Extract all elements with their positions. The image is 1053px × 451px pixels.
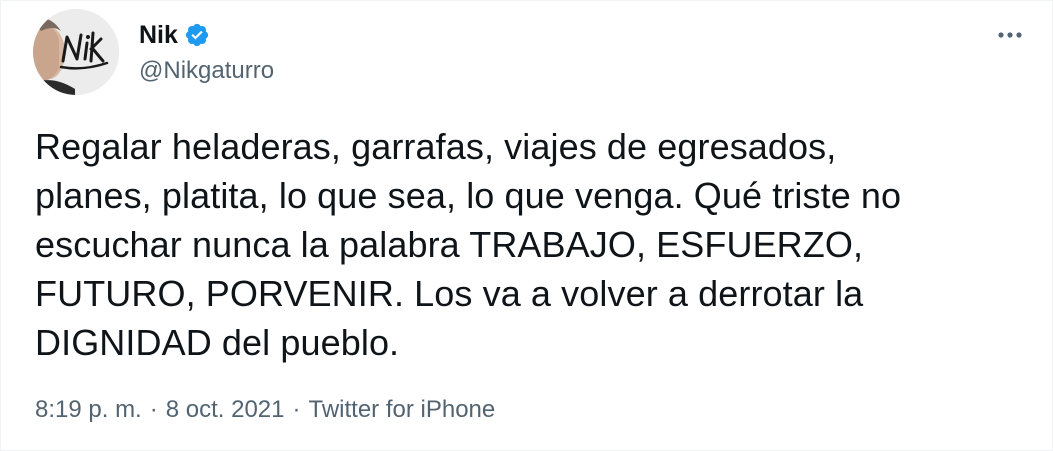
tweet-header: Nik @Nikgaturro (33, 9, 274, 95)
user-names: Nik @Nikgaturro (139, 18, 274, 86)
verified-badge-icon (184, 22, 210, 48)
tweet-metadata: 8:19 p. m. · 8 oct. 2021 · Twitter for i… (35, 395, 495, 425)
display-name[interactable]: Nik (139, 20, 178, 50)
more-horizontal-icon (998, 32, 1022, 38)
tweet-date[interactable]: 8 oct. 2021 (166, 395, 285, 425)
tweet-card: Nik @Nikgaturro Regalar heladeras, garra… (0, 0, 1053, 451)
user-handle[interactable]: @Nikgaturro (139, 56, 274, 86)
tweet-source[interactable]: Twitter for iPhone (309, 395, 496, 425)
meta-separator: · (149, 396, 158, 423)
more-options-button[interactable] (990, 15, 1030, 55)
tweet-time[interactable]: 8:19 p. m. (35, 395, 142, 425)
display-name-row: Nik (139, 18, 274, 52)
avatar-image (33, 9, 119, 95)
avatar[interactable] (33, 9, 119, 95)
tweet-text: Regalar heladeras, garrafas, viajes de e… (35, 126, 902, 363)
meta-separator: · (292, 396, 301, 423)
